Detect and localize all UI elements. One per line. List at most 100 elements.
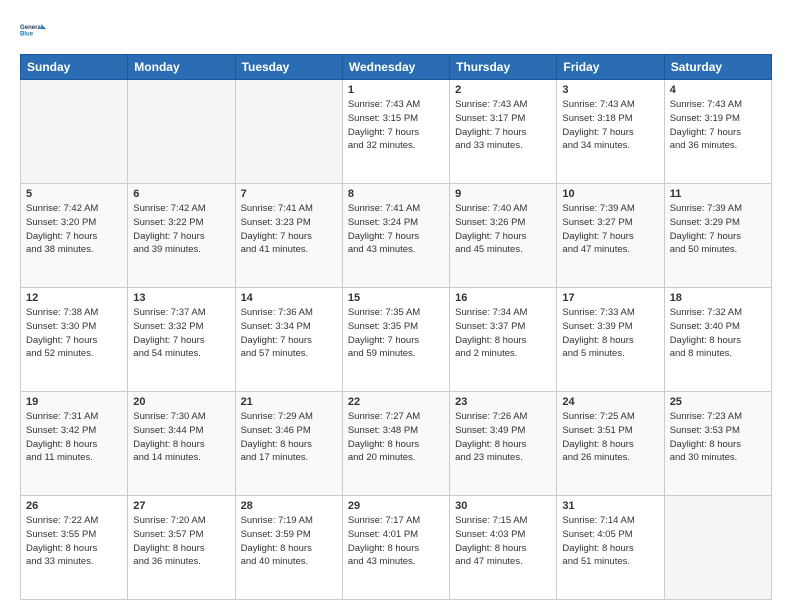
day-info: Sunrise: 7:41 AM Sunset: 3:23 PM Dayligh… — [241, 202, 337, 257]
calendar-week-row: 26Sunrise: 7:22 AM Sunset: 3:55 PM Dayli… — [21, 496, 772, 600]
header: GeneralBlue — [20, 16, 772, 44]
day-info: Sunrise: 7:43 AM Sunset: 3:19 PM Dayligh… — [670, 98, 766, 153]
calendar-cell: 2 Sunrise: 7:43 AM Sunset: 3:17 PM Daylig… — [450, 80, 557, 184]
calendar-header-row: SundayMondayTuesdayWednesdayThursdayFrid… — [21, 55, 772, 80]
calendar-cell — [235, 80, 342, 184]
day-number: 2 — [455, 84, 551, 96]
calendar-cell: 3Sunrise: 7:43 AM Sunset: 3:18 PM Daylig… — [557, 80, 664, 184]
day-number: 12 — [26, 292, 122, 304]
day-number: 20 — [133, 396, 229, 408]
calendar-day-header: Friday — [557, 55, 664, 80]
day-info: Sunrise: 7:15 AM Sunset: 4:03 PM Dayligh… — [455, 514, 551, 569]
calendar-cell: 21 Sunrise: 7:29 AM Sunset: 3:46 PM Dayli… — [235, 392, 342, 496]
day-number: 9 — [455, 188, 551, 200]
calendar-week-row: 19 Sunrise: 7:31 AM Sunset: 3:42 PM Dayli… — [21, 392, 772, 496]
day-number: 11 — [670, 188, 766, 200]
day-number: 22 — [348, 396, 444, 408]
day-info: Sunrise: 7:37 AM Sunset: 3:32 PM Dayligh… — [133, 306, 229, 361]
calendar-day-header: Monday — [128, 55, 235, 80]
day-number: 5 — [26, 188, 122, 200]
calendar-cell: 13 Sunrise: 7:37 AM Sunset: 3:32 PM Dayli… — [128, 288, 235, 392]
calendar-cell: 26Sunrise: 7:22 AM Sunset: 3:55 PM Dayli… — [21, 496, 128, 600]
calendar-cell: 31 Sunrise: 7:14 AM Sunset: 4:05 PM Dayli… — [557, 496, 664, 600]
day-number: 17 — [562, 292, 658, 304]
day-number: 4 — [670, 84, 766, 96]
logo-icon: GeneralBlue — [20, 16, 48, 44]
day-info: Sunrise: 7:42 AM Sunset: 3:20 PM Dayligh… — [26, 202, 122, 257]
calendar-cell: 14Sunrise: 7:36 AM Sunset: 3:34 PM Dayli… — [235, 288, 342, 392]
calendar-cell: 7 Sunrise: 7:41 AM Sunset: 3:23 PM Daylig… — [235, 184, 342, 288]
day-info: Sunrise: 7:27 AM Sunset: 3:48 PM Dayligh… — [348, 410, 444, 465]
day-number: 16 — [455, 292, 551, 304]
calendar-day-header: Wednesday — [342, 55, 449, 80]
day-number: 10 — [562, 188, 658, 200]
calendar-cell: 10 Sunrise: 7:39 AM Sunset: 3:27 PM Dayli… — [557, 184, 664, 288]
calendar-cell: 22 Sunrise: 7:27 AM Sunset: 3:48 PM Dayli… — [342, 392, 449, 496]
day-number: 31 — [562, 500, 658, 512]
calendar-cell: 15 Sunrise: 7:35 AM Sunset: 3:35 PM Dayli… — [342, 288, 449, 392]
day-info: Sunrise: 7:19 AM Sunset: 3:59 PM Dayligh… — [241, 514, 337, 569]
calendar-week-row: 1 Sunrise: 7:43 AM Sunset: 3:15 PM Daylig… — [21, 80, 772, 184]
calendar-cell: 18 Sunrise: 7:32 AM Sunset: 3:40 PM Dayli… — [664, 288, 771, 392]
day-info: Sunrise: 7:22 AM Sunset: 3:55 PM Dayligh… — [26, 514, 122, 569]
calendar-cell: 27Sunrise: 7:20 AM Sunset: 3:57 PM Dayli… — [128, 496, 235, 600]
calendar-cell: 8Sunrise: 7:41 AM Sunset: 3:24 PM Daylig… — [342, 184, 449, 288]
day-info: Sunrise: 7:31 AM Sunset: 3:42 PM Dayligh… — [26, 410, 122, 465]
calendar-cell: 25 Sunrise: 7:23 AM Sunset: 3:53 PM Dayli… — [664, 392, 771, 496]
calendar-day-header: Saturday — [664, 55, 771, 80]
day-info: Sunrise: 7:43 AM Sunset: 3:17 PM Dayligh… — [455, 98, 551, 153]
day-number: 23 — [455, 396, 551, 408]
calendar-cell: 28 Sunrise: 7:19 AM Sunset: 3:59 PM Dayli… — [235, 496, 342, 600]
day-info: Sunrise: 7:35 AM Sunset: 3:35 PM Dayligh… — [348, 306, 444, 361]
calendar-cell: 29Sunrise: 7:17 AM Sunset: 4:01 PM Dayli… — [342, 496, 449, 600]
calendar-week-row: 5 Sunrise: 7:42 AM Sunset: 3:20 PM Daylig… — [21, 184, 772, 288]
day-info: Sunrise: 7:43 AM Sunset: 3:15 PM Dayligh… — [348, 98, 444, 153]
day-info: Sunrise: 7:34 AM Sunset: 3:37 PM Dayligh… — [455, 306, 551, 361]
day-number: 28 — [241, 500, 337, 512]
day-info: Sunrise: 7:30 AM Sunset: 3:44 PM Dayligh… — [133, 410, 229, 465]
day-number: 25 — [670, 396, 766, 408]
day-info: Sunrise: 7:32 AM Sunset: 3:40 PM Dayligh… — [670, 306, 766, 361]
day-info: Sunrise: 7:20 AM Sunset: 3:57 PM Dayligh… — [133, 514, 229, 569]
day-number: 18 — [670, 292, 766, 304]
calendar-cell — [664, 496, 771, 600]
day-info: Sunrise: 7:25 AM Sunset: 3:51 PM Dayligh… — [562, 410, 658, 465]
day-info: Sunrise: 7:33 AM Sunset: 3:39 PM Dayligh… — [562, 306, 658, 361]
page: GeneralBlue SundayMondayTuesdayWednesday… — [0, 0, 792, 612]
calendar-cell: 16 Sunrise: 7:34 AM Sunset: 3:37 PM Dayli… — [450, 288, 557, 392]
day-info: Sunrise: 7:29 AM Sunset: 3:46 PM Dayligh… — [241, 410, 337, 465]
day-info: Sunrise: 7:39 AM Sunset: 3:27 PM Dayligh… — [562, 202, 658, 257]
calendar-cell: 24Sunrise: 7:25 AM Sunset: 3:51 PM Dayli… — [557, 392, 664, 496]
day-info: Sunrise: 7:23 AM Sunset: 3:53 PM Dayligh… — [670, 410, 766, 465]
calendar-cell: 30 Sunrise: 7:15 AM Sunset: 4:03 PM Dayli… — [450, 496, 557, 600]
calendar-day-header: Tuesday — [235, 55, 342, 80]
calendar-table: SundayMondayTuesdayWednesdayThursdayFrid… — [20, 54, 772, 600]
calendar-cell: 4 Sunrise: 7:43 AM Sunset: 3:19 PM Daylig… — [664, 80, 771, 184]
day-number: 7 — [241, 188, 337, 200]
day-info: Sunrise: 7:42 AM Sunset: 3:22 PM Dayligh… — [133, 202, 229, 257]
calendar-cell: 23Sunrise: 7:26 AM Sunset: 3:49 PM Dayli… — [450, 392, 557, 496]
day-number: 13 — [133, 292, 229, 304]
day-number: 29 — [348, 500, 444, 512]
day-number: 30 — [455, 500, 551, 512]
day-number: 6 — [133, 188, 229, 200]
day-number: 15 — [348, 292, 444, 304]
logo: GeneralBlue — [20, 16, 48, 44]
day-info: Sunrise: 7:41 AM Sunset: 3:24 PM Dayligh… — [348, 202, 444, 257]
day-info: Sunrise: 7:36 AM Sunset: 3:34 PM Dayligh… — [241, 306, 337, 361]
day-number: 1 — [348, 84, 444, 96]
day-number: 21 — [241, 396, 337, 408]
day-info: Sunrise: 7:14 AM Sunset: 4:05 PM Dayligh… — [562, 514, 658, 569]
calendar-cell: 20 Sunrise: 7:30 AM Sunset: 3:44 PM Dayli… — [128, 392, 235, 496]
svg-text:General: General — [20, 25, 43, 31]
calendar-cell: 9Sunrise: 7:40 AM Sunset: 3:26 PM Daylig… — [450, 184, 557, 288]
calendar-cell — [21, 80, 128, 184]
day-info: Sunrise: 7:38 AM Sunset: 3:30 PM Dayligh… — [26, 306, 122, 361]
calendar-cell — [128, 80, 235, 184]
day-number: 3 — [562, 84, 658, 96]
calendar-day-header: Sunday — [21, 55, 128, 80]
day-number: 19 — [26, 396, 122, 408]
calendar-cell: 17 Sunrise: 7:33 AM Sunset: 3:39 PM Dayli… — [557, 288, 664, 392]
calendar-cell: 6 Sunrise: 7:42 AM Sunset: 3:22 PM Daylig… — [128, 184, 235, 288]
calendar-cell: 5 Sunrise: 7:42 AM Sunset: 3:20 PM Daylig… — [21, 184, 128, 288]
